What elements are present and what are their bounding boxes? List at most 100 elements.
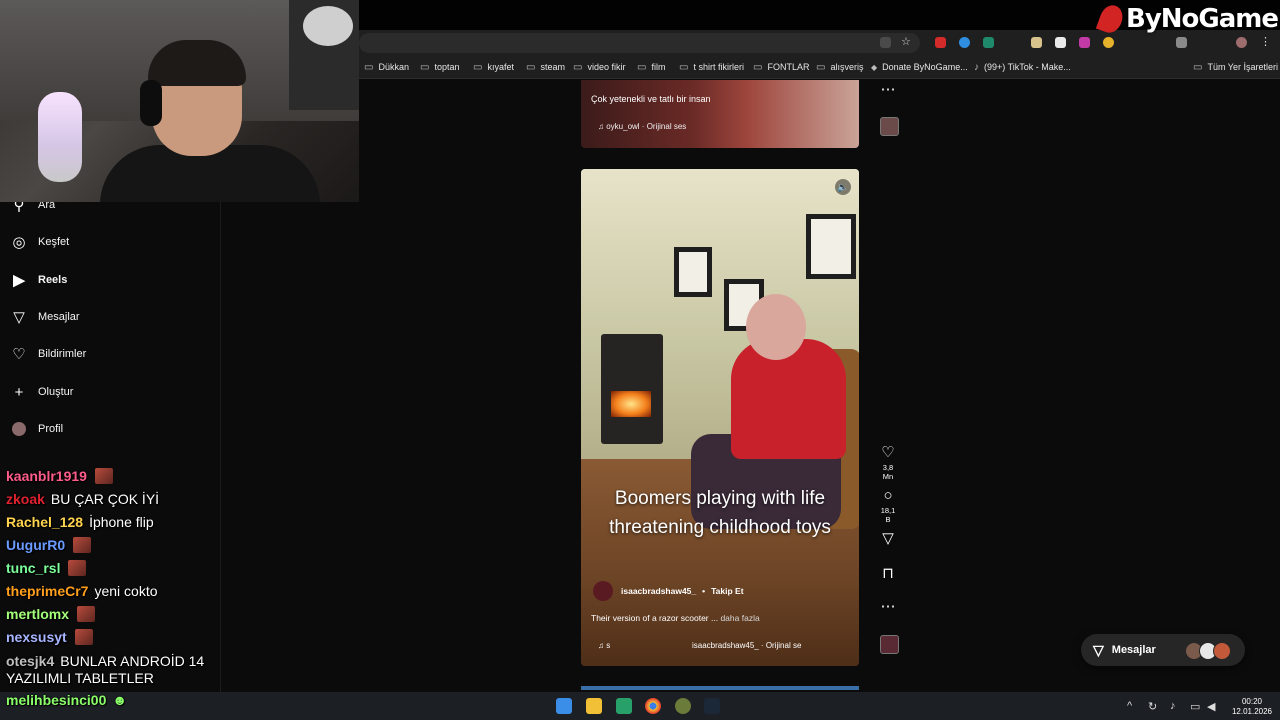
comment-button[interactable]: ○ 18,1 B bbox=[878, 487, 898, 525]
chat-message: kaanblr1919 bbox=[6, 468, 113, 484]
nav-notifications[interactable]: ♡ Bildirimler bbox=[10, 342, 86, 366]
extension-icon[interactable] bbox=[1103, 37, 1114, 48]
windows-start-icon[interactable] bbox=[556, 698, 572, 714]
chat-message: mertlomx bbox=[6, 606, 96, 622]
nav-explore[interactable]: ◎ Keşfet bbox=[10, 230, 69, 254]
bookmarks-bar: Dükkan toptan kıyafet steam video fikir … bbox=[359, 56, 1280, 79]
audio-thumbnail[interactable] bbox=[880, 117, 899, 136]
bynogame-logo: ByNoGame bbox=[1095, 2, 1279, 36]
more-options-icon[interactable]: ⋯ bbox=[878, 82, 898, 98]
audio-prefix: s bbox=[606, 641, 611, 650]
messages-floating-button[interactable]: ▽ Mesajlar bbox=[1081, 634, 1245, 666]
bookmark-folder[interactable]: steam bbox=[526, 62, 565, 73]
address-bar[interactable] bbox=[359, 33, 920, 53]
nav-messages[interactable]: ▽ Mesajlar bbox=[10, 305, 80, 329]
app-icon[interactable] bbox=[616, 698, 632, 714]
chat-text: İphone flip bbox=[89, 514, 154, 530]
sync-icon[interactable]: ↻ bbox=[1148, 700, 1157, 713]
extension-icon[interactable] bbox=[1079, 37, 1090, 48]
bookmark-folder[interactable]: alışveriş bbox=[816, 62, 863, 73]
chat-text: BU ÇAR ÇOK İYİ bbox=[50, 491, 160, 507]
nav-create[interactable]: + Oluştur bbox=[10, 380, 74, 404]
author-avatar[interactable] bbox=[593, 581, 613, 601]
reel-post-current[interactable]: 🔈 Boomers playing with life threatening … bbox=[581, 169, 859, 666]
nav-profile[interactable]: Profil bbox=[10, 417, 63, 441]
menu-kebab-icon[interactable]: ⋮ bbox=[1260, 37, 1271, 48]
audio-thumbnail[interactable] bbox=[880, 635, 899, 654]
bookmark-folder[interactable]: Dükkan bbox=[364, 62, 409, 73]
all-bookmarks-folder[interactable]: Tüm Yer İşaretleri bbox=[1193, 62, 1278, 73]
picture-frame bbox=[806, 214, 856, 279]
nav-reels[interactable]: ▶ Reels bbox=[10, 268, 67, 292]
chat-message: otesjk4 BUNLAR ANDROİD 14 bbox=[6, 653, 204, 669]
nav-label: Oluştur bbox=[38, 386, 74, 398]
emote-icon bbox=[94, 468, 113, 484]
volume-icon[interactable]: 🔈 bbox=[835, 179, 851, 195]
chat-message: theprimeCr7 yeni cokto bbox=[6, 583, 158, 599]
reel-caption: Çok yetenekli ve tatlı bir insan bbox=[591, 94, 711, 104]
file-explorer-icon[interactable] bbox=[586, 698, 602, 714]
bookmark-star-icon[interactable]: ☆ bbox=[901, 37, 912, 48]
avatar bbox=[1213, 642, 1231, 660]
nav-label: Mesajlar bbox=[38, 311, 80, 323]
reel-audio[interactable]: ♫ oyku_owl · Orijinal ses bbox=[598, 122, 686, 131]
network-icon[interactable]: ▭ bbox=[1190, 700, 1200, 713]
chat-username: nexsusyt bbox=[6, 629, 67, 645]
chrome-icon[interactable] bbox=[645, 698, 661, 714]
extension-icon[interactable] bbox=[1031, 37, 1042, 48]
follow-button[interactable]: Takip Et bbox=[711, 586, 743, 596]
author-name[interactable]: isaacbradshaw45_ bbox=[621, 586, 696, 596]
chat-message: UugurR0 bbox=[6, 537, 92, 553]
reel-audio[interactable]: ♫ s isaacbradshaw45_ · Orijinal se bbox=[598, 641, 801, 650]
share-button[interactable]: ▽ bbox=[878, 531, 898, 547]
more-options-icon[interactable]: ⋯ bbox=[878, 599, 898, 615]
emote-icon bbox=[77, 606, 96, 622]
adblock-extension-icon[interactable] bbox=[935, 37, 946, 48]
clock-date: 12.01.2026 bbox=[1231, 707, 1272, 716]
avatar-icon bbox=[10, 420, 28, 438]
steam-icon[interactable] bbox=[704, 698, 720, 714]
bookmark-link[interactable]: Donate ByNoGame... bbox=[871, 62, 968, 72]
extension-icon[interactable] bbox=[1055, 37, 1066, 48]
install-icon[interactable] bbox=[880, 37, 891, 48]
chat-username: otesjk4 bbox=[6, 653, 55, 669]
bookmark-folder[interactable]: film bbox=[637, 62, 665, 73]
description-text: Their version of a razor scooter ... bbox=[591, 613, 719, 623]
heart-icon: ♡ bbox=[12, 346, 26, 363]
bookmark-link[interactable]: (99+) TikTok - Make... bbox=[974, 62, 1071, 73]
like-button[interactable]: ♡ 3,8 Mn bbox=[878, 445, 898, 482]
comment-count: 18,1 B bbox=[880, 506, 896, 524]
extensions-puzzle-icon[interactable] bbox=[1176, 37, 1187, 48]
more-link[interactable]: daha fazla bbox=[720, 613, 759, 623]
bookmark-folder[interactable]: FONTLAR bbox=[753, 62, 809, 73]
nav-label: Bildirimler bbox=[38, 348, 87, 360]
streamer bbox=[100, 40, 320, 202]
bookmark-folder[interactable]: kıyafet bbox=[473, 62, 514, 73]
send-icon: ▽ bbox=[882, 530, 894, 547]
microphone-icon[interactable]: ♪ bbox=[1170, 700, 1176, 712]
chat-text: YAZILIMLI TABLETLER bbox=[6, 670, 154, 686]
system-clock[interactable]: 00:20 12.01.2026 bbox=[1232, 697, 1272, 717]
save-button[interactable]: ⊓ bbox=[878, 566, 898, 582]
extension-icon[interactable] bbox=[959, 37, 970, 48]
nav-label: Reels bbox=[38, 274, 68, 286]
man-red-shirt bbox=[731, 339, 846, 459]
windows-taskbar: ^ ↻ ♪ ▭ ◀ 00:20 12.01.2026 bbox=[0, 692, 1280, 720]
comment-icon: ○ bbox=[883, 487, 893, 504]
emote-icon bbox=[68, 560, 87, 576]
bookmark-folder[interactable]: toptan bbox=[420, 62, 459, 73]
chat-username: zkoak bbox=[6, 491, 45, 507]
reel-post-next[interactable] bbox=[581, 686, 859, 690]
volume-icon[interactable]: ◀ bbox=[1207, 700, 1215, 713]
chevron-up-icon[interactable]: ^ bbox=[1127, 700, 1132, 712]
bookmark-folder[interactable]: t shirt fikirleri bbox=[679, 62, 744, 73]
plus-icon: + bbox=[14, 383, 24, 401]
message-avatars bbox=[1185, 642, 1231, 660]
app-icon[interactable] bbox=[675, 698, 691, 714]
profile-avatar[interactable] bbox=[1236, 37, 1247, 48]
extension-icon[interactable] bbox=[983, 37, 994, 48]
nav-label: Profil bbox=[38, 423, 64, 435]
bookmark-folder[interactable]: video fikir bbox=[573, 62, 625, 73]
reel-post-previous[interactable]: Çok yetenekli ve tatlı bir insan ♫ oyku_… bbox=[581, 80, 859, 148]
reel-description: Their version of a razor scooter ... dah… bbox=[591, 613, 760, 623]
